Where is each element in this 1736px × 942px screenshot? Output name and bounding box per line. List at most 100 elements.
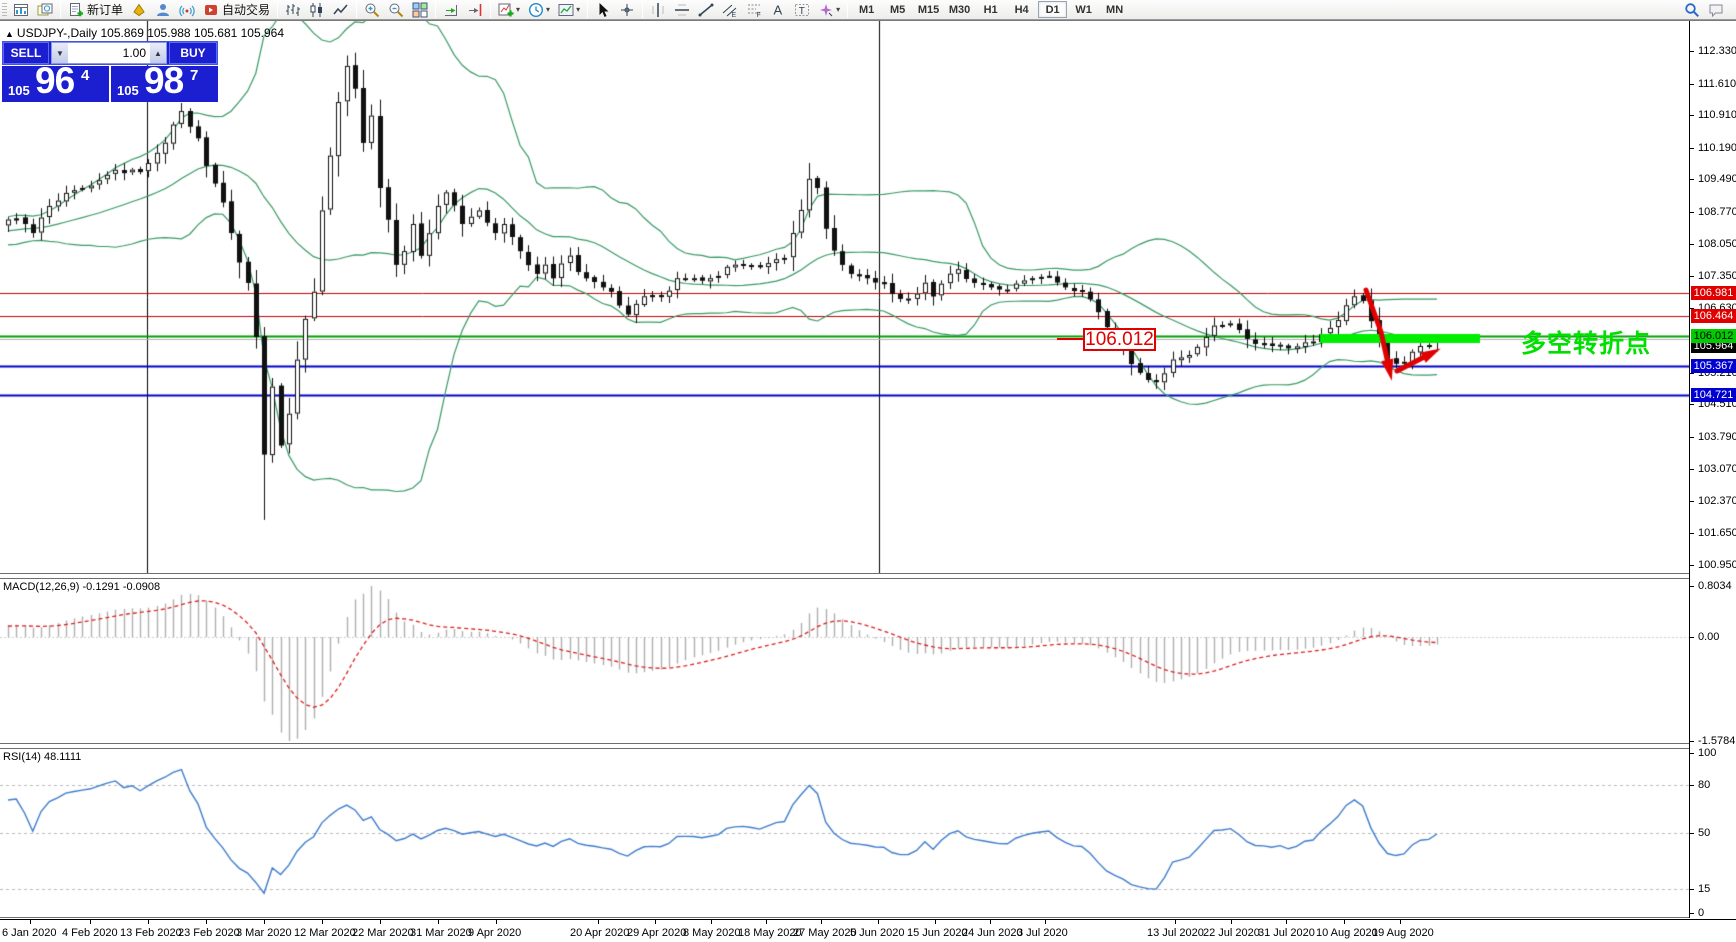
indicators-button[interactable]: ▾	[494, 1, 524, 19]
bar-chart-button[interactable]	[281, 1, 305, 19]
zoom-out-button[interactable]	[384, 1, 408, 19]
price-tick-label: 107.350	[1698, 270, 1736, 282]
chevron-down-icon[interactable]: ▾	[836, 5, 840, 14]
timeframe-button-m1[interactable]: M1	[852, 1, 881, 18]
time-axis[interactable]: 6 Jan 20204 Feb 202013 Feb 202023 Feb 20…	[0, 919, 1736, 942]
vline-icon	[650, 2, 666, 18]
horizontal-line-button[interactable]	[670, 1, 694, 19]
zoom-out-icon	[388, 2, 404, 18]
rsi-label: RSI(14) 48.1111	[3, 751, 81, 763]
text-button[interactable]: A	[766, 1, 790, 19]
line-chart-icon	[333, 2, 349, 18]
date-tick	[990, 920, 991, 924]
date-tick	[598, 920, 599, 924]
volume-input[interactable]	[68, 43, 150, 63]
new-order-button[interactable]: 新订单	[64, 1, 127, 19]
toolbar-separator	[847, 2, 848, 18]
chat-button[interactable]	[1704, 1, 1728, 19]
timeframe-button-m30[interactable]: M30	[945, 1, 974, 18]
volume-down-button[interactable]: ▼	[52, 43, 68, 63]
timeframe-button-w1[interactable]: W1	[1069, 1, 1098, 18]
date-label: 5 Jun 2020	[850, 927, 904, 939]
indicators-icon	[498, 2, 514, 18]
axis-tick	[1690, 753, 1694, 754]
timeframe-button-m5[interactable]: M5	[883, 1, 912, 18]
sell-price-pip: 4	[81, 67, 89, 84]
toolbar-drag-handle[interactable]	[2, 3, 7, 17]
date-tick	[1400, 920, 1401, 924]
text-label-button[interactable]: T	[790, 1, 814, 19]
date-tick	[878, 920, 879, 924]
timeframe-button-h1[interactable]: H1	[976, 1, 1005, 18]
toolbar-separator	[60, 2, 61, 18]
volume-stepper: ▼ ▲	[51, 42, 167, 64]
profiles-button[interactable]	[33, 1, 57, 19]
autotrading-button[interactable]: 自动交易	[199, 1, 274, 19]
price-axis[interactable]: 112.330111.610110.910110.190109.490108.7…	[1689, 21, 1736, 918]
new-chart-button[interactable]	[9, 1, 33, 19]
crosshair-icon	[619, 2, 635, 18]
main-chart-canvas[interactable]	[0, 21, 1690, 574]
search-button[interactable]	[1680, 1, 1704, 19]
date-tick	[821, 920, 822, 924]
collapse-arrow-icon[interactable]: ▲	[5, 29, 14, 39]
turning-point-note[interactable]: 多空转折点	[1521, 324, 1651, 360]
price-level-callout[interactable]: 106.012	[1083, 328, 1156, 351]
fibonacci-icon: F	[746, 2, 762, 18]
axis-tick	[1690, 565, 1694, 566]
rsi-panel-canvas[interactable]	[0, 749, 1690, 917]
axis-tick	[1690, 179, 1694, 180]
date-tick	[711, 920, 712, 924]
periods-icon	[528, 2, 544, 18]
sell-button[interactable]: SELL	[3, 42, 49, 64]
vertical-line-button[interactable]	[646, 1, 670, 19]
periods-button[interactable]: ▾	[524, 1, 554, 19]
chevron-down-icon[interactable]: ▾	[516, 5, 520, 14]
community-button[interactable]	[151, 1, 175, 19]
date-tick	[1045, 920, 1046, 924]
macd-panel-canvas[interactable]	[0, 579, 1690, 743]
axis-tick	[1690, 586, 1694, 587]
candlestick-chart-button[interactable]	[305, 1, 329, 19]
metaeditor-button[interactable]	[127, 1, 151, 19]
chart-shift-button[interactable]	[463, 1, 487, 19]
timeframe-button-d1[interactable]: D1	[1038, 1, 1067, 18]
tile-windows-button[interactable]	[408, 1, 432, 19]
timeframe-button-m15[interactable]: M15	[914, 1, 943, 18]
date-label: 15 Jun 2020	[907, 927, 968, 939]
buy-price-display[interactable]: 105 98 7	[111, 66, 218, 102]
zoom-in-button[interactable]	[360, 1, 384, 19]
rsi-axis-label: 0	[1698, 907, 1704, 919]
date-label: 3 Mar 2020	[236, 927, 292, 939]
axis-tick	[1690, 469, 1694, 470]
sell-price-display[interactable]: 105 96 4	[2, 66, 109, 102]
cursor-button[interactable]	[591, 1, 615, 19]
date-tick	[264, 920, 265, 924]
date-tick	[935, 920, 936, 924]
auto-scroll-button[interactable]	[439, 1, 463, 19]
date-label: 9 Apr 2020	[468, 927, 521, 939]
signals-button[interactable]	[175, 1, 199, 19]
line-chart-button[interactable]	[329, 1, 353, 19]
cursor-icon	[595, 2, 611, 18]
svg-text:F: F	[757, 12, 761, 18]
chevron-down-icon[interactable]: ▾	[576, 5, 580, 14]
timeframe-button-h4[interactable]: H4	[1007, 1, 1036, 18]
trendline-button[interactable]	[694, 1, 718, 19]
price-tick-label: 108.770	[1698, 206, 1736, 218]
date-tick	[1231, 920, 1232, 924]
templates-button[interactable]: ▾	[554, 1, 584, 19]
date-tick	[1286, 920, 1287, 924]
svg-text:E: E	[732, 12, 737, 18]
mt4-terminal: 新订单 自动交易 ▾ ▾ ▾ E F AT ▾ M1M5M15M30H1H4D1W1MN 112.…	[0, 0, 1736, 942]
timeframe-button-mn[interactable]: MN	[1100, 1, 1129, 18]
chevron-down-icon[interactable]: ▾	[546, 5, 550, 14]
toolbar-separator	[490, 2, 491, 18]
text-tool-icon: A	[770, 2, 786, 18]
arrows-button[interactable]: ▾	[814, 1, 844, 19]
volume-up-button[interactable]: ▲	[150, 43, 166, 63]
crosshair-button[interactable]	[615, 1, 639, 19]
fibonacci-button[interactable]: F	[742, 1, 766, 19]
buy-button[interactable]: BUY	[169, 42, 217, 64]
equidistant-channel-button[interactable]: E	[718, 1, 742, 19]
